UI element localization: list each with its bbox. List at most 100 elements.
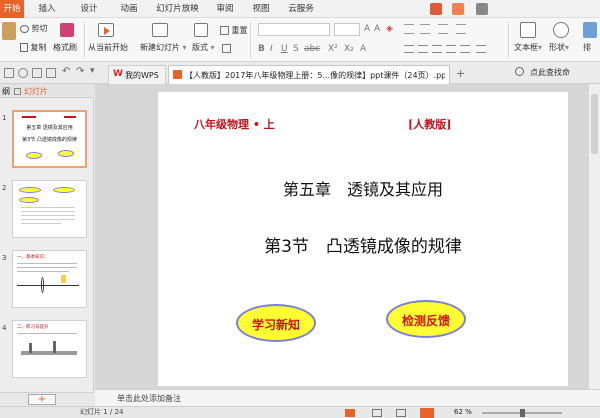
font-size-combo[interactable] <box>334 23 360 36</box>
from-current-label: 从当前开始 <box>88 43 128 52</box>
add-slide-button[interactable]: + <box>28 394 56 405</box>
notes-placeholder: 单击此处添加备注 <box>117 394 181 403</box>
thumb-number: 4 <box>2 324 7 332</box>
slide-canvas[interactable]: 八年级物理 • 上 [人教版] 第五章 透镜及其应用 第3节 凸透镜成像的规律 … <box>158 92 568 386</box>
slide-thumbnail-1[interactable]: 第五章 透镜及其应用 第3节 凸透镜成像的规律 <box>12 110 87 168</box>
shrink-font-icon[interactable]: A <box>374 24 380 34</box>
print-icon[interactable] <box>18 68 28 78</box>
search-icon[interactable] <box>515 67 524 76</box>
ribbon: 剪切 复制 格式刷 从当前开始 新建幻灯片 ▾ 版式 ▾ 重置 A A ◈ B … <box>0 18 600 62</box>
tab-home[interactable]: 开始 <box>0 0 24 18</box>
new-slide-icon <box>152 23 168 37</box>
format-painter-button[interactable]: 格式刷 <box>53 43 77 53</box>
strikethrough-icon[interactable]: abc <box>304 44 320 54</box>
window-icon-gray[interactable] <box>476 3 488 15</box>
thumb-text-line <box>21 215 75 216</box>
superscript-icon[interactable]: X² <box>328 44 338 54</box>
reset-button[interactable]: 重置 <box>220 26 248 36</box>
thumb-stand <box>53 341 56 353</box>
tab-design[interactable]: 设计 <box>75 0 103 18</box>
undo-icon[interactable]: ↶ <box>62 66 70 77</box>
font-name-combo[interactable] <box>258 23 330 36</box>
cut-button[interactable]: 剪切 <box>20 24 48 34</box>
thumb-ellipse <box>19 187 41 193</box>
test-feedback-label: 检测反馈 <box>401 314 450 328</box>
thumb-number: 2 <box>2 184 7 192</box>
thumb-text-line <box>17 267 77 268</box>
grow-font-icon[interactable]: A <box>364 24 370 34</box>
tab-insert[interactable]: 插入 <box>33 0 61 18</box>
reset-label: 重置 <box>231 26 248 35</box>
arrange-button[interactable]: 排 <box>583 43 591 53</box>
cut-label: 剪切 <box>31 24 48 33</box>
section-icon <box>222 44 231 53</box>
slide-thumbnail-2[interactable] <box>12 180 87 238</box>
paragraph-align-icons[interactable] <box>404 44 504 54</box>
zoom-level[interactable]: 62 % <box>454 407 472 418</box>
new-tab-button[interactable]: + <box>456 67 465 80</box>
preview-icon[interactable] <box>32 68 42 78</box>
tab-review[interactable]: 审阅 <box>211 0 239 18</box>
clear-format-icon[interactable]: ◈ <box>386 24 393 34</box>
thumb-red-line <box>64 116 76 118</box>
command-search-hint[interactable]: 点此查找命 <box>530 67 570 78</box>
window-icon-red[interactable] <box>430 3 442 15</box>
vertical-scrollbar[interactable] <box>588 84 600 389</box>
redo-icon[interactable]: ↷ <box>76 66 84 77</box>
font-color-icon[interactable]: A <box>360 44 366 54</box>
reading-view-icon[interactable] <box>396 409 406 417</box>
scissors-icon <box>20 24 29 33</box>
slide-thumbnail-4[interactable]: 二、练习与提升 <box>12 320 87 378</box>
bold-icon[interactable]: B <box>258 44 265 54</box>
play-slideshow-icon[interactable] <box>420 408 434 418</box>
underline-icon[interactable]: U <box>281 44 288 54</box>
tab-slides[interactable]: 幻灯片 <box>24 86 48 97</box>
test-feedback-button[interactable]: 检测反馈 <box>386 300 466 338</box>
ribbon-tab-bar: 开始 插入 设计 动画 幻灯片放映 审阅 视图 云服务 <box>0 0 600 18</box>
thumb-chapter: 第五章 透镜及其应用 <box>14 124 85 131</box>
new-slide-label: 新建幻灯片 <box>140 43 180 52</box>
new-slide-button[interactable]: 新建幻灯片 ▾ <box>140 43 187 53</box>
section-button[interactable] <box>222 44 231 54</box>
layout-button[interactable]: 版式 ▾ <box>192 43 215 53</box>
outline-icon <box>14 88 21 95</box>
shadow-icon[interactable]: S <box>293 44 299 54</box>
notes-pane[interactable]: 单击此处添加备注 <box>95 389 600 406</box>
scrollbar-thumb[interactable] <box>591 94 598 154</box>
zoom-slider-thumb[interactable] <box>520 409 525 417</box>
paragraph-list-icons[interactable] <box>404 24 474 34</box>
tab-outline[interactable]: 纲 <box>2 86 10 97</box>
textbox-button[interactable]: 文本框▾ <box>514 43 542 53</box>
shape-button[interactable]: 形状▾ <box>549 43 569 53</box>
sorter-view-icon[interactable] <box>372 409 382 417</box>
customize-toolbar-icon[interactable]: ▾ <box>90 66 95 76</box>
from-current-button[interactable]: 从当前开始 <box>88 43 128 53</box>
document-tab-bar: ↶ ↷ ▾ W 我的WPS 【人教版】2017年八年级物理上册：5...像的规律… <box>0 62 600 84</box>
layout-icon <box>194 23 208 37</box>
thumb-text-line <box>17 263 77 264</box>
tab-view[interactable]: 视图 <box>247 0 275 18</box>
italic-icon[interactable]: I <box>270 44 273 54</box>
thumb-section: 第3节 凸透镜成像的规律 <box>22 137 77 143</box>
slide-grade-label: 八年级物理 • 上 <box>194 118 275 131</box>
window-icon-orange[interactable] <box>452 3 464 15</box>
thumb-text-line <box>21 207 75 208</box>
tab-cloud-service[interactable]: 云服务 <box>283 0 319 18</box>
spellcheck-icon[interactable] <box>46 68 56 78</box>
thumb-red-line <box>22 116 36 118</box>
textbox-icon <box>520 22 536 38</box>
tab-slideshow[interactable]: 幻灯片放映 <box>150 0 205 18</box>
subscript-icon[interactable]: X₂ <box>344 44 354 54</box>
document-title: 【人教版】2017年八年级物理上册：5...像的规律】ppt课件（24页）.pp… <box>185 71 445 80</box>
tab-animation[interactable]: 动画 <box>115 0 143 18</box>
thumb-title: 二、练习与提升 <box>17 325 49 330</box>
tab-my-wps[interactable]: W 我的WPS <box>108 65 166 84</box>
paste-icon[interactable] <box>2 22 16 40</box>
copy-button[interactable]: 复制 <box>20 43 47 53</box>
normal-view-icon[interactable] <box>345 409 355 417</box>
learn-new-button[interactable]: 学习新知 <box>236 304 316 342</box>
thumb-candle <box>61 275 66 283</box>
tab-document[interactable]: 【人教版】2017年八年级物理上册：5...像的规律】ppt课件（24页）.pp… <box>168 65 450 84</box>
save-icon[interactable] <box>4 68 14 78</box>
slide-thumbnail-3[interactable]: 一、基本知识： <box>12 250 87 308</box>
